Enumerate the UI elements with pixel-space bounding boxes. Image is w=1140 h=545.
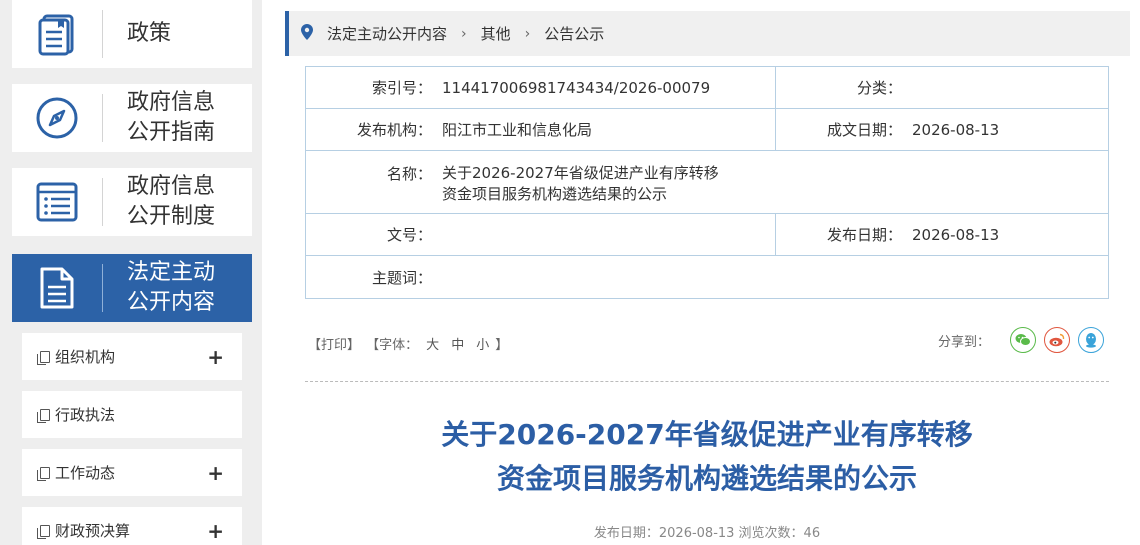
sub-item-label: 组织机构 [55, 348, 116, 366]
wechat-share-button[interactable] [1010, 327, 1037, 353]
index-label: 索引号： [371, 79, 432, 97]
sidebar-item-system[interactable]: 政府信息 公开制度 [12, 168, 252, 236]
sidebar-item-label: 政府信息 公开制度 [127, 174, 216, 229]
document-info-table: 索引号： 114417006981743434/2026-00079 分类： 发… [305, 66, 1109, 299]
location-pin-icon [301, 23, 313, 44]
print-button[interactable]: 【打印】 [308, 338, 360, 353]
index-value: 114417006981743434/2026-00079 [442, 78, 711, 97]
page-tools: 【打印】 【字体： 大中小】 [308, 334, 510, 353]
info-row: 索引号： 114417006981743434/2026-00079 分类： [306, 67, 1108, 109]
weibo-icon [1049, 333, 1065, 347]
info-row: 发布机构： 阳江市工业和信息化局 成文日期： 2026-08-13 [306, 109, 1108, 151]
info-row: 文号： 发布日期： 2026-08-13 [306, 214, 1108, 256]
subject-label: 主题词： [371, 268, 432, 287]
qq-share-button[interactable] [1078, 327, 1105, 353]
chevron-right-icon: › [461, 25, 467, 42]
font-size-prefix: 【字体： [366, 338, 419, 353]
article-meta: 发布日期：2026-08-13 浏览次数：46 [593, 526, 821, 541]
sidebar-item-label: 法定主动 公开内容 [127, 260, 216, 315]
compass-icon [12, 95, 102, 141]
font-medium-button[interactable]: 中 [451, 338, 464, 353]
publisher-value: 阳江市工业和信息化局 [442, 121, 593, 139]
expand-icon[interactable]: + [207, 519, 224, 543]
document-icon [12, 12, 102, 56]
category-label: 分类： [856, 79, 902, 97]
name-value: 关于2026-2027年省级促进产业有序转移 资金项目服务机构遴选结果的公示 [442, 164, 719, 203]
expand-icon[interactable]: + [207, 345, 224, 369]
sidebar-item-guide[interactable]: 政府信息 公开指南 [12, 84, 252, 152]
left-sidebar: 政策 政府信息 公开指南 政府信息 公开制度 法定主动 公开内容 组织机构 + … [0, 0, 262, 545]
publish-date-label: 发布日期： [826, 226, 902, 244]
written-date-value: 2026-08-13 [912, 120, 1000, 139]
sub-item-label: 行政执法 [55, 406, 116, 424]
sidebar-item-policy[interactable]: 政策 [12, 0, 252, 68]
sidebar-item-label: 政府信息 公开指南 [127, 90, 216, 145]
doc-icon [37, 466, 50, 481]
sub-item-label: 财政预决算 [55, 522, 131, 540]
breadcrumb: 法定主动公开内容 › 其他 › 公告公示 [285, 11, 1130, 56]
sub-item-label: 工作动态 [55, 464, 116, 482]
qq-icon [1086, 333, 1097, 348]
divider [305, 381, 1109, 382]
publish-date-value: 2026-08-13 [912, 225, 1000, 244]
article-title: 关于2026-2027年省级促进产业有序转移 资金项目服务机构遴选结果的公示 [441, 418, 973, 495]
publisher-label: 发布机构： [356, 121, 432, 139]
breadcrumb-item[interactable]: 法定主动公开内容 [327, 23, 447, 44]
doc-icon [37, 350, 50, 365]
sidebar-sub-item-organization[interactable]: 组织机构 + [22, 333, 242, 380]
wechat-icon [1015, 334, 1032, 346]
chevron-right-icon: › [524, 25, 531, 42]
sidebar-sub-item-enforcement[interactable]: 行政执法 [22, 391, 242, 438]
sidebar-sub-item-news[interactable]: 工作动态 + [22, 449, 242, 496]
font-small-button[interactable]: 小 [476, 338, 489, 353]
breadcrumb-item[interactable]: 其他 [481, 23, 511, 44]
doc-number-label: 文号： [386, 226, 432, 244]
info-row: 名称： 关于2026-2027年省级促进产业有序转移 资金项目服务机构遴选结果的… [306, 151, 1108, 214]
info-row: 主题词： [306, 256, 1108, 298]
doc-icon [37, 524, 50, 539]
name-label: 名称： [386, 165, 432, 183]
expand-icon[interactable]: + [207, 461, 224, 485]
sidebar-item-statutory-disclosure[interactable]: 法定主动 公开内容 [12, 254, 252, 322]
sidebar-item-label: 政策 [127, 21, 172, 46]
file-icon [12, 265, 102, 311]
list-icon [12, 180, 102, 224]
font-size-suffix: 】 [495, 338, 509, 353]
doc-icon [37, 408, 50, 423]
sidebar-sub-item-budget[interactable]: 财政预决算 + [22, 507, 242, 545]
written-date-label: 成文日期： [826, 121, 902, 139]
share-label: 分享到： [938, 334, 991, 350]
share-bar: 分享到： [938, 327, 1105, 353]
font-large-button[interactable]: 大 [426, 338, 439, 353]
weibo-share-button[interactable] [1044, 327, 1071, 353]
breadcrumb-item[interactable]: 公告公示 [544, 23, 604, 44]
